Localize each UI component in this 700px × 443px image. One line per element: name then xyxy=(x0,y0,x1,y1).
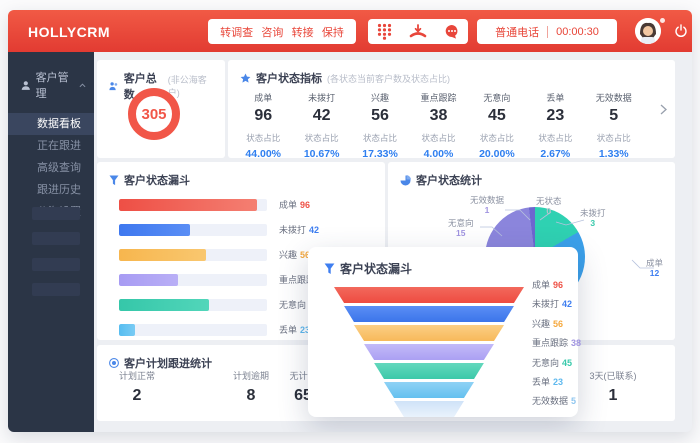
funnel-segment xyxy=(334,363,524,379)
metric-col: 无效数据 5 状态占比 1.33% xyxy=(585,86,643,154)
sidebar-section-label: 客户管理 xyxy=(36,69,74,101)
divider xyxy=(547,26,548,38)
panel-title: 客户状态指标 xyxy=(256,70,322,86)
top-bar: HOLLYCRM 转调查 咨询 转接 保持 xyxy=(8,10,692,52)
panel-status-metrics: 客户状态指标 (各状态当前客户数及状态占比) 成单 96 状态占比 44.00%… xyxy=(228,60,675,158)
sidebar-item-placeholder xyxy=(32,258,80,271)
funnel-bar-row: 成单96 xyxy=(119,192,375,217)
sidebar-item-adv-query[interactable]: 高级查询 xyxy=(8,157,94,179)
user-icon xyxy=(21,80,31,91)
total-donut-chart: 305 xyxy=(128,88,180,140)
sidebar-item-placeholder xyxy=(32,283,80,296)
transfer-button[interactable]: 转接 xyxy=(292,24,314,40)
metric-col: 无意向 45 状态占比 20.00% xyxy=(468,86,526,154)
dialpad-icon[interactable] xyxy=(377,23,392,40)
avatar-image xyxy=(635,18,661,44)
funnel-segment xyxy=(334,382,524,398)
funnel-segment xyxy=(334,306,524,322)
phone-mode-label: 普通电话 xyxy=(495,24,539,40)
sidebar-section-customer-mgmt[interactable]: 客户管理 xyxy=(8,52,94,113)
panel-customer-total: 客户总数 (非公海客户) 305 xyxy=(97,60,225,158)
pie-callout: 无意向15 xyxy=(448,218,474,238)
funnel-segment xyxy=(334,401,524,417)
avatar[interactable] xyxy=(635,18,661,44)
sidebar-item-placeholder xyxy=(32,207,80,220)
plan-stat: 计划正常 2 xyxy=(89,369,185,405)
funnel-modal: 客户状态漏斗 成单96 未拨打42 兴趣56 重点跟踪38 无意向45 丢单23… xyxy=(308,247,578,417)
sidebar-item-history[interactable]: 跟进历史 xyxy=(8,179,94,201)
panel-title: 客户状态漏斗 xyxy=(124,172,190,188)
notification-dot xyxy=(660,18,665,23)
panel-subtitle: (非公海客户) xyxy=(168,73,213,99)
call-actions-group: 转调查 咨询 转接 保持 xyxy=(208,19,356,44)
power-icon[interactable] xyxy=(674,24,688,38)
phone-status[interactable]: 普通电话 00:00:30 xyxy=(477,19,617,44)
brand-logo: HOLLYCRM xyxy=(28,24,110,40)
funnel-icon xyxy=(324,263,335,275)
sidebar-item-following[interactable]: 正在跟进 xyxy=(8,135,94,157)
chevron-up-icon xyxy=(79,83,86,88)
call-timer: 00:00:30 xyxy=(556,26,599,38)
metric-col: 兴趣 56 状态占比 17.33% xyxy=(351,86,409,154)
pie-callout: 无效数据1 xyxy=(470,195,504,215)
funnel-segment xyxy=(334,344,524,360)
pie-callout: 未拨打3 xyxy=(580,208,606,228)
funnel-legend: 成单96 未拨打42 兴趣56 重点跟踪38 无意向45 丢单23 无效数据5 xyxy=(532,278,581,414)
customers-icon xyxy=(109,81,119,91)
funnel-bar-row: 未拨打42 xyxy=(119,217,375,242)
metrics-row: 成单 96 状态占比 44.00% 未拨打 42 状态占比 10.67% 兴趣 … xyxy=(234,86,643,154)
metric-col: 成单 96 状态占比 44.00% xyxy=(234,86,292,154)
funnel-segment xyxy=(334,325,524,341)
panel-subtitle: (各状态当前客户数及状态占比) xyxy=(327,72,450,85)
funnel-chart xyxy=(334,287,524,420)
sidebar-item-dashboard[interactable]: 数据看板 xyxy=(8,113,94,135)
funnel-segment xyxy=(334,287,524,303)
transfer-survey-button[interactable]: 转调查 xyxy=(220,24,253,40)
target-icon xyxy=(109,358,119,368)
pie-callout: 成单12 xyxy=(646,258,663,278)
sidebar-item-placeholder xyxy=(32,232,80,245)
sidebar: 客户管理 数据看板 正在跟进 高级查询 跟进历史 公海设置 xyxy=(8,52,94,432)
call-tools-group xyxy=(368,19,468,44)
total-value: 305 xyxy=(141,106,166,123)
metric-col: 未拨打 42 状态占比 10.67% xyxy=(292,86,350,154)
chat-icon[interactable] xyxy=(444,24,460,39)
funnel-icon xyxy=(109,175,119,186)
consult-button[interactable]: 咨询 xyxy=(261,24,283,40)
pie-callout: 无状态0 xyxy=(536,196,562,216)
metric-col: 重点跟踪 38 状态占比 4.00% xyxy=(409,86,467,154)
modal-title: 客户状态漏斗 xyxy=(340,260,412,277)
star-icon xyxy=(240,73,251,84)
next-page-icon[interactable] xyxy=(660,104,667,115)
hang-up-icon[interactable] xyxy=(409,24,427,40)
metric-col: 丢单 23 状态占比 2.67% xyxy=(526,86,584,154)
main-content: 客户总数 (非公海客户) 305 客户状态指标 (各状态当前客户数及状态占比) … xyxy=(94,52,692,432)
app-window: HOLLYCRM 转调查 咨询 转接 保持 xyxy=(8,10,692,432)
hold-button[interactable]: 保持 xyxy=(322,24,344,40)
